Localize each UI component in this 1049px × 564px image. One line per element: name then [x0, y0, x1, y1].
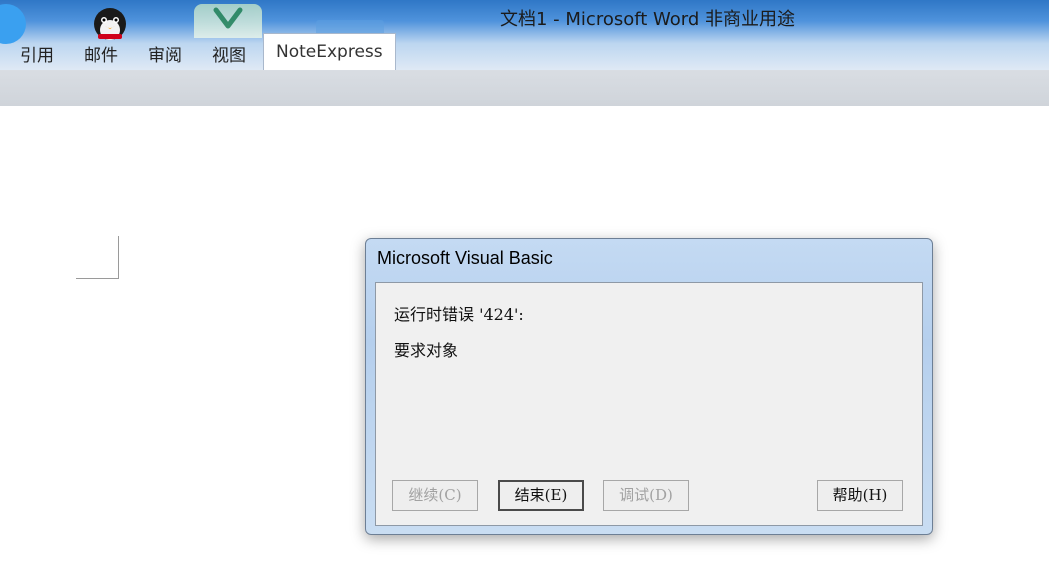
dialog-body: 运行时错误 '424': 要求对象 继续(C) 结束(E) 调试(D) 帮助(H… — [375, 282, 923, 526]
help-button[interactable]: 帮助(H) — [817, 480, 903, 511]
error-dialog: Microsoft Visual Basic 运行时错误 '424': 要求对象… — [365, 238, 933, 535]
dialog-title: Microsoft Visual Basic — [377, 248, 553, 268]
continue-button: 继续(C) — [392, 480, 478, 511]
ribbon-panel — [0, 70, 1049, 107]
error-code-message: 运行时错误 '424': — [394, 305, 524, 324]
page-corner-crop-mark — [76, 236, 119, 279]
tab-view[interactable]: 视图 — [212, 41, 246, 66]
tab-review[interactable]: 审阅 — [148, 41, 182, 66]
window-title: 文档1 - Microsoft Word 非商业用途 — [500, 9, 796, 30]
error-description: 要求对象 — [394, 341, 459, 360]
debug-button: 调试(D) — [603, 480, 689, 511]
tab-noteexpress[interactable]: NoteExpress — [263, 33, 396, 70]
end-button[interactable]: 结束(E) — [498, 480, 584, 511]
tab-references[interactable]: 引用 — [20, 41, 54, 66]
title-bar: 文档1 - Microsoft Word 非商业用途 引用 邮件 审阅 视图 N… — [0, 0, 1049, 70]
ribbon-tabs: 引用 邮件 审阅 视图 NoteExpress — [0, 33, 1049, 70]
tab-mailings[interactable]: 邮件 — [84, 41, 118, 66]
